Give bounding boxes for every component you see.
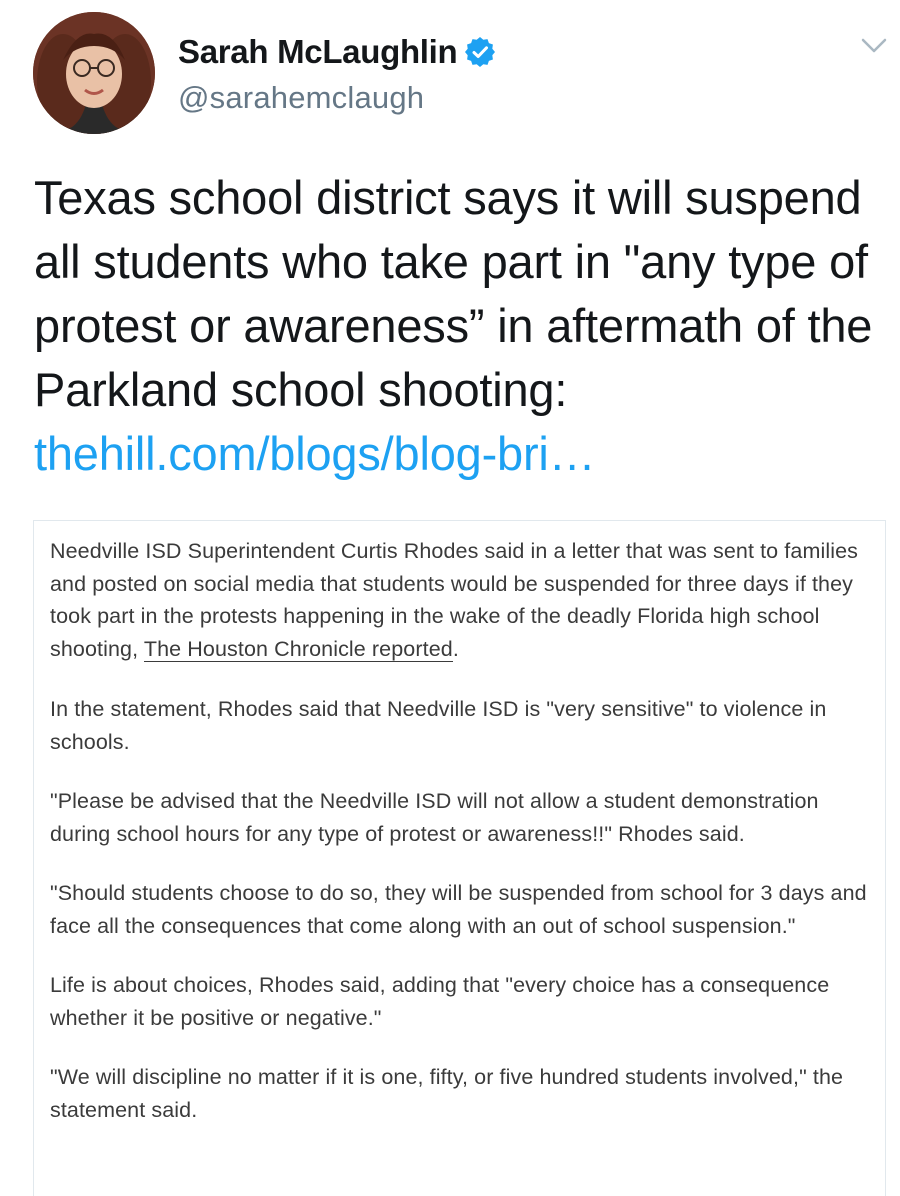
tweet-link[interactable]: thehill.com/blogs/blog-bri… xyxy=(34,427,596,480)
article-paragraph-6: "We will discipline no matter if it is o… xyxy=(50,1065,844,1122)
tweet-text: Texas school district says it will suspe… xyxy=(34,166,884,486)
tweet-header: Sarah McLaughlin @sarahemclaugh xyxy=(178,30,496,116)
article-paragraph-5: Life is about choices, Rhodes said, addi… xyxy=(50,973,830,1030)
avatar[interactable] xyxy=(33,12,155,134)
user-handle[interactable]: @sarahemclaugh xyxy=(178,80,495,116)
article-paragraph-1: Needville ISD Superintendent Curtis Rhod… xyxy=(50,535,869,665)
avatar-image xyxy=(33,12,155,134)
article-screenshot-card: Needville ISD Superintendent Curtis Rhod… xyxy=(33,520,886,1196)
article-paragraph-1-end: . xyxy=(452,636,459,661)
houston-chronicle-link[interactable]: The Houston Chronicle reported xyxy=(143,636,453,662)
article-paragraph-4: "Should students choose to do so, they w… xyxy=(50,881,867,938)
chevron-down-icon[interactable] xyxy=(860,36,888,56)
verified-badge-icon xyxy=(465,37,496,67)
article-paragraph-3: "Please be advised that the Needville IS… xyxy=(50,789,819,846)
tweet-body: Texas school district says it will suspe… xyxy=(34,171,873,416)
name-row: Sarah McLaughlin xyxy=(178,30,496,74)
article-paragraph-2: In the statement, Rhodes said that Needv… xyxy=(50,697,827,754)
tweet: Sarah McLaughlin @sarahemclaugh Texas sc… xyxy=(0,0,900,1196)
display-name[interactable]: Sarah McLaughlin xyxy=(178,33,458,71)
